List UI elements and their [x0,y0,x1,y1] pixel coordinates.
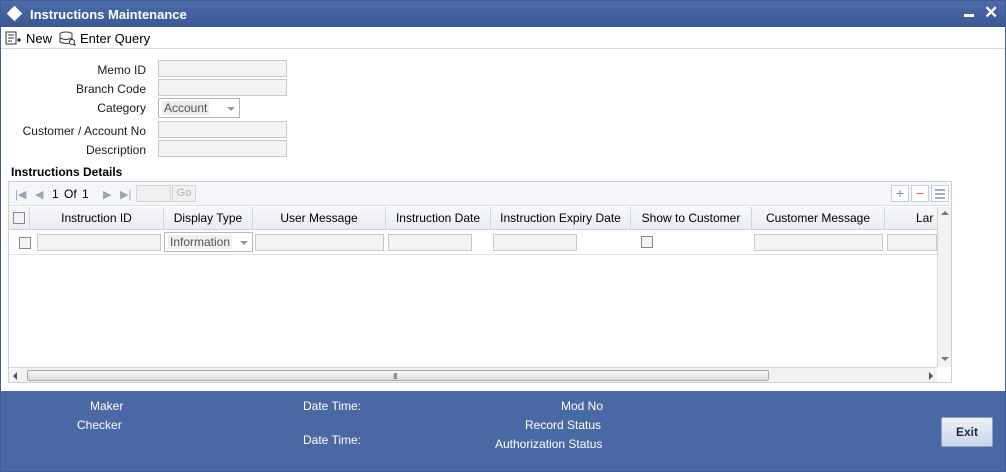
display-type-select[interactable]: Information [164,232,253,252]
grid-pager: |◀ ◀ 1 Of 1 ▶ ▶| Go + − [9,182,951,206]
enter-query-icon [59,31,76,46]
window-title: Instructions Maintenance [30,7,187,22]
horizontal-scrollbar[interactable]: III [9,367,937,382]
scroll-left-icon[interactable] [13,372,17,380]
toolbar: New Enter Query [1,27,1005,49]
scroll-up-icon[interactable] [941,211,949,215]
instruction-id-cell[interactable] [37,234,161,251]
form-area: Memo ID Branch Code Category Account Cus… [1,50,1005,391]
show-to-customer-checkbox[interactable] [641,236,653,248]
memo-id-label: Memo ID [97,63,146,77]
scroll-down-icon[interactable] [941,357,949,361]
instructions-details-title: Instructions Details [11,165,123,179]
authorization-status-label: Authorization Status [495,437,603,451]
grid-header: Instruction ID Display Type User Message… [9,207,937,230]
page-of-label: Of [64,187,77,201]
col-instruction-id[interactable]: Instruction ID [30,207,164,229]
customer-account-label: Customer / Account No [22,124,146,138]
category-select[interactable]: Account [158,98,240,118]
vertical-scrollbar[interactable] [937,207,951,367]
page-total: 1 [82,187,89,201]
customer-account-field[interactable] [158,121,287,138]
close-icon[interactable]: ✕ [984,4,998,22]
branch-code-label: Branch Code [75,82,146,96]
enter-query-button[interactable]: Enter Query [59,29,150,47]
col-customer-message[interactable]: Customer Message [752,207,885,229]
first-page-icon[interactable]: |◀ [15,188,26,201]
record-status-label: Record Status [525,418,602,432]
customer-message-cell[interactable] [754,234,883,251]
col-instruction-expiry-date[interactable]: Instruction Expiry Date [491,207,631,229]
chevron-down-icon [240,241,248,245]
new-label: New [26,30,53,46]
enter-query-label: Enter Query [80,30,151,46]
col-instruction-date[interactable]: Instruction Date [386,207,491,229]
go-button[interactable]: Go [172,185,196,202]
maker-label: Maker [90,399,124,413]
category-value: Account [162,101,210,115]
description-label: Description [85,143,146,157]
memo-id-field[interactable] [158,60,287,77]
col-display-type[interactable]: Display Type [164,207,253,229]
page-number-input[interactable] [136,185,171,202]
row-select-checkbox[interactable] [19,237,31,249]
description-field[interactable] [158,140,287,157]
app-diamond-icon [6,5,23,22]
instructions-grid: |◀ ◀ 1 Of 1 ▶ ▶| Go + − Instruction ID D… [8,181,952,383]
display-type-value: Information [168,235,233,249]
add-row-icon[interactable]: + [891,185,909,202]
exit-button[interactable]: Exit [941,417,993,447]
single-view-icon[interactable] [931,185,949,202]
select-all-checkbox[interactable] [13,212,25,224]
user-message-cell[interactable] [255,234,384,251]
page-current: 1 [52,187,59,201]
instruction-expiry-date-cell[interactable] [493,234,577,251]
checker-date-time-label: Date Time: [303,433,362,447]
horizontal-scroll-thumb[interactable]: III [27,370,769,381]
language-cell[interactable] [887,234,937,251]
instructions-maintenance-window: Instructions Maintenance ✕ New Enter Que… [0,0,1006,472]
maker-date-time-label: Date Time: [303,399,362,413]
grip-icon: III [393,372,398,381]
header-select-all-cell [9,207,30,229]
col-language[interactable]: Lar [885,207,937,229]
instruction-date-cell[interactable] [388,234,472,251]
last-page-icon[interactable]: ▶| [120,188,131,201]
chevron-down-icon [227,107,235,111]
scroll-right-icon[interactable] [929,372,933,380]
title-bar: Instructions Maintenance ✕ [1,1,1005,27]
branch-code-field[interactable] [158,79,287,96]
checker-label: Checker [77,418,122,432]
category-label: Category [97,101,146,115]
minimize-icon[interactable] [964,14,974,17]
col-show-to-customer[interactable]: Show to Customer [631,207,752,229]
mod-no-label: Mod No [561,399,604,413]
table-row: Information [9,230,937,255]
delete-row-icon[interactable]: − [911,185,929,202]
col-user-message[interactable]: User Message [253,207,386,229]
next-page-icon[interactable]: ▶ [103,188,111,201]
new-button[interactable]: New [5,29,52,47]
new-record-icon [5,31,21,45]
prev-page-icon[interactable]: ◀ [35,188,43,201]
audit-footer: Maker Checker Date Time: Date Time: Mod … [1,391,1005,471]
